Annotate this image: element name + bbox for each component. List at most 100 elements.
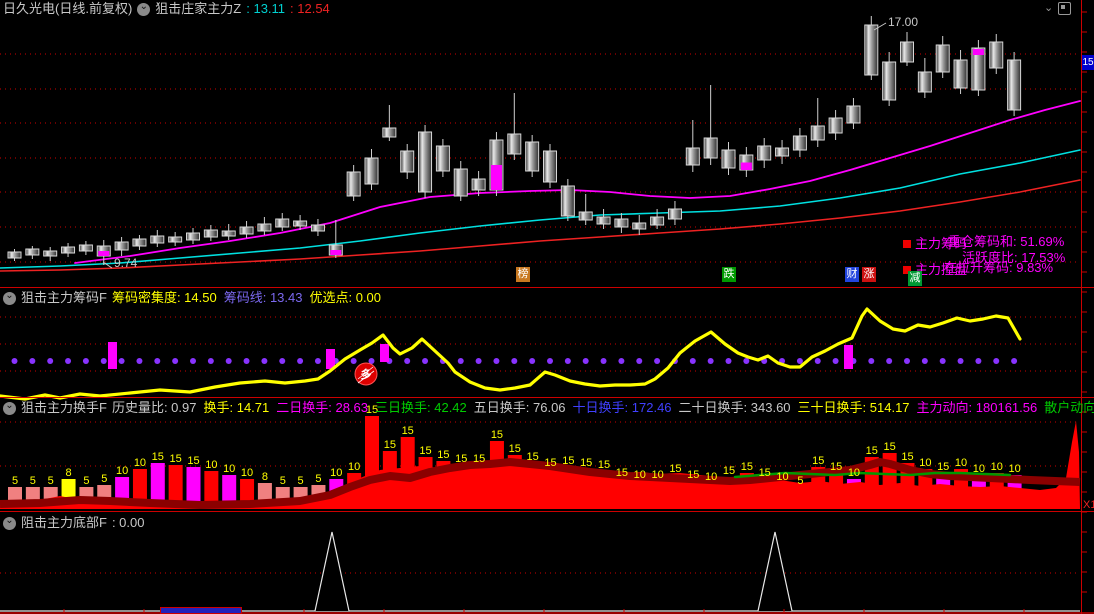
chevron-down-icon: ⌄ <box>5 290 14 301</box>
svg-text:15: 15 <box>187 455 199 467</box>
indicator-value-2: : 12.54 <box>290 1 330 16</box>
svg-text:10: 10 <box>705 471 717 483</box>
price-axis-badge: 15 <box>1082 55 1094 70</box>
legend-bullet-icon <box>903 240 911 248</box>
svg-text:10: 10 <box>973 463 985 475</box>
svg-text:15: 15 <box>723 465 735 477</box>
svg-text:15: 15 <box>598 459 610 471</box>
chevron-down-icon: ⌄ <box>5 400 14 411</box>
svg-text:15: 15 <box>687 469 699 481</box>
svg-text:5: 5 <box>12 475 18 487</box>
indicator-value-1: : 13.11 <box>246 1 286 16</box>
svg-text:15: 15 <box>901 451 913 463</box>
panel2-header: ⌄ 狙击主力筹码F 筹码密集度: 14.50 筹码线: 13.43 优选点: 0.0… <box>3 290 381 306</box>
indicator-field: 主力动向: 180161.56 <box>916 400 1038 415</box>
svg-text:15: 15 <box>884 441 896 453</box>
indicator-field: 优选点: 0.00 <box>309 290 382 305</box>
svg-text:15: 15 <box>580 457 592 469</box>
collapse-chevron-icon[interactable]: ⌄ <box>3 400 16 415</box>
svg-text:15: 15 <box>562 455 574 467</box>
chevron-down-icon: ⌄ <box>139 1 148 12</box>
svg-text:15: 15 <box>544 457 556 469</box>
collapse-chevron-icon[interactable]: ⌄ <box>137 1 151 16</box>
svg-text:10: 10 <box>848 467 860 479</box>
app-window: 多 5 5 5 8 5 5 10 10 15 15 15 10 10 10 8 5 5 5 10 10 15 15 15 15 1… <box>0 0 1094 614</box>
collapse-chevron-icon[interactable]: ⌄ <box>3 290 16 305</box>
svg-text:8: 8 <box>262 471 268 483</box>
chevron-down-icon[interactable]: ⌄ <box>1044 2 1053 15</box>
indicator-field: 十日换手: 172.46 <box>572 400 672 415</box>
svg-text:15: 15 <box>170 453 182 465</box>
svg-text:10: 10 <box>348 461 360 473</box>
panel4-header: ⌄ 阻击主力底部F : 0.00 <box>3 515 144 531</box>
axis-zoom-label: X1 <box>1083 499 1094 511</box>
svg-text:15: 15 <box>812 455 824 467</box>
svg-text:15: 15 <box>669 463 681 475</box>
panel3-fields: 历史量比: 0.97 换手: 14.71 二日换手: 28.63 三日换手: 42.4… <box>112 400 1094 416</box>
indicator-field: 二日换手: 28.63 <box>276 400 369 415</box>
window-icon[interactable] <box>1058 2 1072 15</box>
svg-text:15: 15 <box>402 425 414 437</box>
indicator-field: 三日换手: 42.42 <box>375 400 467 415</box>
svg-text:10: 10 <box>651 469 663 481</box>
svg-text:10: 10 <box>223 463 235 475</box>
svg-text:5: 5 <box>797 475 803 487</box>
market-badge[interactable]: 减 <box>908 271 922 286</box>
panel3-header: ⌄ 狙击主力换手F 历史量比: 0.97 换手: 14.71 二日换手: 28.63… <box>3 400 1094 416</box>
svg-text:15: 15 <box>437 449 449 461</box>
indicator-name: 狙击庄家主力Z <box>155 1 242 16</box>
bullish-signal-badge: 多 <box>354 362 378 386</box>
stock-title: 日久光电(日线.前复权) <box>3 1 133 16</box>
indicator-field: 历史量比: 0.97 <box>111 400 197 415</box>
chart-canvas[interactable]: 多5 5 585 51010 15 15 15 10 10 10 8 5 5 5 10 1015151515 1… <box>0 0 1094 614</box>
svg-text:15: 15 <box>759 467 771 479</box>
svg-text:15: 15 <box>491 429 503 441</box>
panel2-title: 狙击主力筹码F <box>21 290 107 305</box>
svg-text:10: 10 <box>134 457 146 469</box>
svg-text:10: 10 <box>634 469 646 481</box>
svg-text:15: 15 <box>616 467 628 479</box>
chevron-down-icon: ⌄ <box>5 515 14 526</box>
indicator-field: 换手: 14.71 <box>203 400 270 415</box>
indicator-field: 二十日换手: 343.60 <box>678 400 791 415</box>
top-right-controls: ⌄ <box>1044 2 1072 15</box>
market-badge[interactable]: 榜 <box>516 267 530 282</box>
main-chart-header: 日久光电(日线.前复权) ⌄ 狙击庄家主力Z : 13.11 : 12.54 <box>3 1 330 17</box>
svg-text:15: 15 <box>384 439 396 451</box>
svg-text:15: 15 <box>937 461 949 473</box>
panel2-fields: 筹码密集度: 14.50 筹码线: 13.43 优选点: 0.00 <box>112 290 381 306</box>
svg-text:5: 5 <box>101 473 107 485</box>
svg-text:10: 10 <box>330 467 342 479</box>
svg-text:5: 5 <box>48 475 54 487</box>
market-badge[interactable]: 财 <box>845 267 859 282</box>
panel3-title: 狙击主力换手F <box>21 400 107 415</box>
svg-text:15: 15 <box>419 445 431 457</box>
svg-text:10: 10 <box>919 457 931 469</box>
svg-text:10: 10 <box>116 465 128 477</box>
svg-text:15: 15 <box>741 461 753 473</box>
svg-text:15: 15 <box>152 451 164 463</box>
svg-text:15: 15 <box>830 461 842 473</box>
indicator-field: 五日换手: 76.06 <box>473 400 566 415</box>
market-badge[interactable]: 跌 <box>722 267 736 282</box>
svg-text:15: 15 <box>866 445 878 457</box>
market-badge[interactable]: 涨 <box>862 267 876 282</box>
indicator-field: 筹码线: 13.43 <box>223 290 303 305</box>
svg-text:5: 5 <box>30 475 36 487</box>
svg-text:10: 10 <box>955 457 967 469</box>
svg-text:15: 15 <box>473 453 485 465</box>
svg-text:8: 8 <box>65 467 71 479</box>
svg-text:多: 多 <box>361 367 372 381</box>
price-high-label: 17.00 <box>888 15 919 29</box>
price-low-label: 9.74 <box>114 256 138 270</box>
svg-text:10: 10 <box>991 461 1003 473</box>
bottom-date-badge <box>160 607 242 614</box>
collapse-chevron-icon[interactable]: ⌄ <box>3 515 16 530</box>
svg-text:5: 5 <box>280 475 286 487</box>
indicator-field: 散户动向: 84075.40 <box>1044 400 1094 415</box>
svg-text:10: 10 <box>241 467 253 479</box>
legend-item: 在拉升筹码: 9.83% <box>944 260 1054 275</box>
svg-text:10: 10 <box>776 471 788 483</box>
svg-text:15: 15 <box>509 443 521 455</box>
indicator-field: 三十日换手: 514.17 <box>797 400 910 415</box>
